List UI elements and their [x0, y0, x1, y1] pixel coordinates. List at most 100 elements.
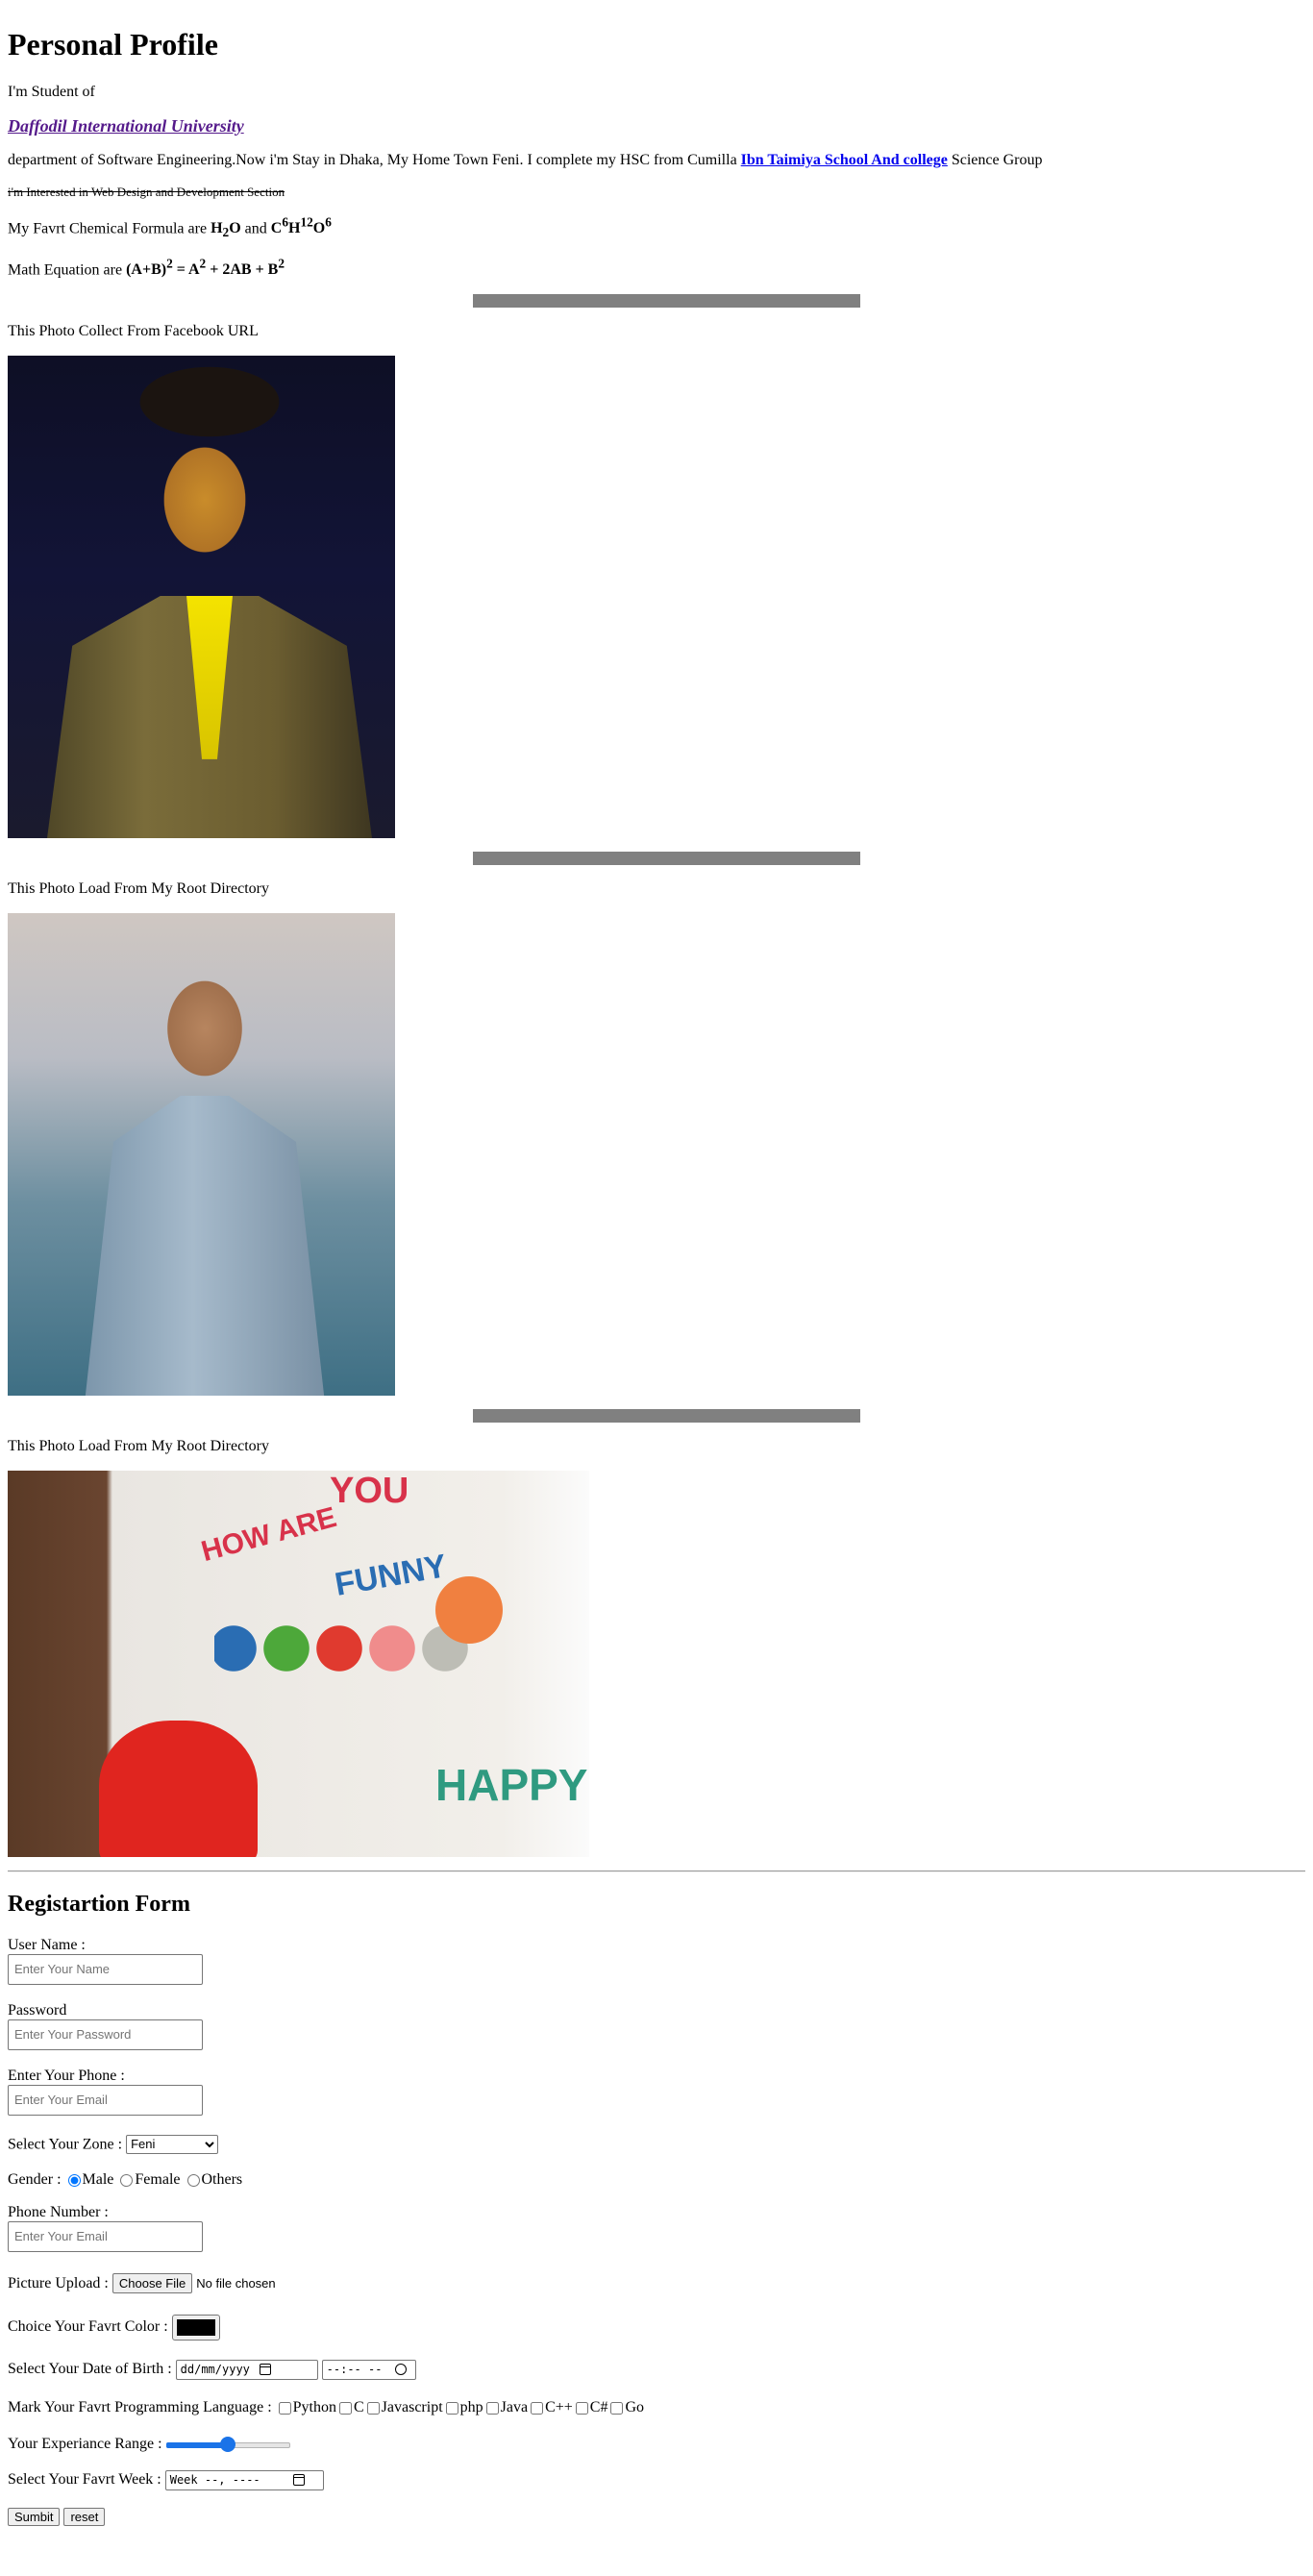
language-label-item: C [353, 2398, 364, 2415]
week-group: Select Your Favrt Week : Week --, ---- [8, 2469, 1305, 2490]
section-divider [473, 293, 860, 308]
range-fill [165, 2442, 229, 2449]
language-checkbox-list: Python C Javascript php Java C++ C# Go [276, 2399, 644, 2415]
bio-paragraph: department of Software Engineering.Now i… [8, 152, 1305, 169]
phone-number-input[interactable] [8, 2220, 203, 2252]
file-status-text: No file chosen [196, 2275, 276, 2291]
choose-file-button[interactable]: Choose File [111, 2272, 193, 2293]
bio-text-end: Science Group [947, 152, 1043, 168]
color-group: Choice Your Favrt Color : [8, 2314, 1305, 2341]
chem-prefix: My Favrt Chemical Formula are [8, 220, 211, 237]
language-label: Mark Your Favrt Programming Language : [8, 2398, 276, 2415]
week-input[interactable]: Week --, ---- [164, 2469, 324, 2490]
language-checkbox-cpp[interactable] [531, 2401, 544, 2415]
password-label: Password [8, 2001, 67, 2019]
password-input[interactable] [8, 2019, 203, 2050]
interest-text: i'm Interested in Web Design and Develop… [8, 185, 285, 199]
photo-caption: This Photo Load From My Root Directory [8, 879, 269, 897]
math-equation-text: Math Equation are (A+B)2 = A2 + 2AB + B2 [8, 257, 1305, 279]
gender-others-radio[interactable] [186, 2173, 200, 2187]
zone-group: Select Your Zone : Feni [8, 2134, 1305, 2154]
gender-male-radio[interactable] [67, 2173, 81, 2187]
smiley-face-icon [435, 1575, 503, 1644]
time-placeholder: --:-- -- [326, 2362, 383, 2376]
username-label: User Name : [8, 1936, 86, 1953]
gender-female-radio[interactable] [120, 2173, 134, 2187]
experience-range-slider[interactable] [165, 2437, 290, 2453]
math-mid: + 2AB + B [206, 260, 279, 278]
wall-text-funny: FUNNY [332, 1547, 450, 1603]
gender-male-label: Male [82, 2170, 114, 2188]
reset-button[interactable]: reset [63, 2507, 106, 2526]
formula-glucose: C6H12O6 [270, 215, 332, 237]
bio-text-start: department of Software Engineering.Now i… [8, 152, 741, 168]
profile-photo-facebook [8, 355, 395, 838]
section-divider [473, 1408, 860, 1423]
picture-upload-label: Picture Upload : [8, 2274, 112, 2291]
chem-h: H [211, 220, 223, 237]
math-b-sup: 2 [278, 256, 285, 271]
language-checkbox-python[interactable] [278, 2401, 291, 2415]
language-label-item: Java [500, 2398, 529, 2415]
math-equation: (A+B)2 = A2 + 2AB + B2 [126, 257, 285, 278]
school-link[interactable]: Ibn Taimiya School And college [741, 152, 948, 168]
dob-input[interactable]: dd/mm/yyyy [175, 2359, 318, 2380]
password-group: Password [8, 2002, 1305, 2050]
calendar-icon[interactable] [259, 2364, 271, 2376]
time-input[interactable]: --:-- -- [321, 2359, 416, 2380]
zone-select[interactable]: Feni [126, 2134, 219, 2154]
math-eq: = A [172, 260, 200, 278]
photo-caption: This Photo Collect From Facebook URL [8, 322, 259, 339]
profile-photo-wall: HOW ARE YOU FUNNY HAPPY [8, 1470, 589, 1857]
university-link[interactable]: Daffodil International University [8, 116, 244, 136]
language-label-item: Go [625, 2398, 645, 2415]
student-of-text: I'm Student of [8, 84, 95, 100]
language-checkbox-java[interactable] [485, 2401, 499, 2415]
chemical-formula-text: My Favrt Chemical Formula are H2O and C6… [8, 215, 1305, 241]
dob-group: Select Your Date of Birth : dd/mm/yyyy -… [8, 2359, 1305, 2380]
week-placeholder: Week --, ---- [169, 2472, 260, 2487]
math-ab: (A+B) [126, 260, 167, 278]
experience-range-group: Your Experiance Range : [8, 2436, 1305, 2453]
chem-and: and [240, 220, 271, 237]
language-label-item: php [459, 2398, 483, 2415]
section-divider [473, 851, 860, 865]
chem-h2: H [287, 220, 301, 237]
calendar-icon[interactable] [292, 2474, 305, 2487]
language-checkbox-csharp[interactable] [575, 2401, 588, 2415]
username-input[interactable] [8, 1953, 203, 1985]
wall-text-you: YOU [330, 1470, 409, 1511]
form-actions: Sumbit reset [8, 2507, 1305, 2526]
color-preview [176, 2318, 215, 2336]
profile-photo-root [8, 912, 395, 1396]
week-label: Select Your Favrt Week : [8, 2471, 165, 2489]
chem-o: O [229, 220, 241, 237]
language-group: Mark Your Favrt Programming Language : P… [8, 2399, 1305, 2416]
form-title: Registartion Form [8, 1891, 190, 1917]
math-prefix: Math Equation are [8, 260, 127, 278]
chem-o2: O [312, 220, 326, 237]
picture-upload-group: Picture Upload : Choose File No file chos… [8, 2272, 1305, 2293]
photo-caption: This Photo Load From My Root Directory [8, 1437, 269, 1454]
submit-button[interactable]: Sumbit [8, 2507, 61, 2526]
color-picker[interactable] [171, 2314, 220, 2341]
clock-icon[interactable] [395, 2364, 408, 2376]
phone-group: Enter Your Phone : [8, 2068, 1305, 2116]
language-checkbox-php[interactable] [445, 2401, 458, 2415]
gender-group: Gender : Male Female Others [8, 2171, 1305, 2189]
phone-number-group: Phone Number : [8, 2204, 1305, 2252]
gender-female-label: Female [135, 2170, 181, 2188]
language-label-item: Python [292, 2398, 336, 2415]
zone-label: Select Your Zone : [8, 2136, 127, 2153]
gender-others-label: Others [201, 2170, 243, 2188]
username-group: User Name : [8, 1937, 1305, 1985]
phone-number-label: Phone Number : [8, 2203, 109, 2220]
page-title: Personal Profile [8, 27, 218, 62]
language-checkbox-javascript[interactable] [366, 2401, 380, 2415]
language-checkbox-go[interactable] [610, 2401, 624, 2415]
phone-input[interactable] [8, 2084, 203, 2116]
range-thumb[interactable] [220, 2437, 236, 2453]
formula-water: H2O [211, 220, 241, 239]
chem-c: C [270, 220, 283, 237]
language-checkbox-c[interactable] [338, 2401, 352, 2415]
